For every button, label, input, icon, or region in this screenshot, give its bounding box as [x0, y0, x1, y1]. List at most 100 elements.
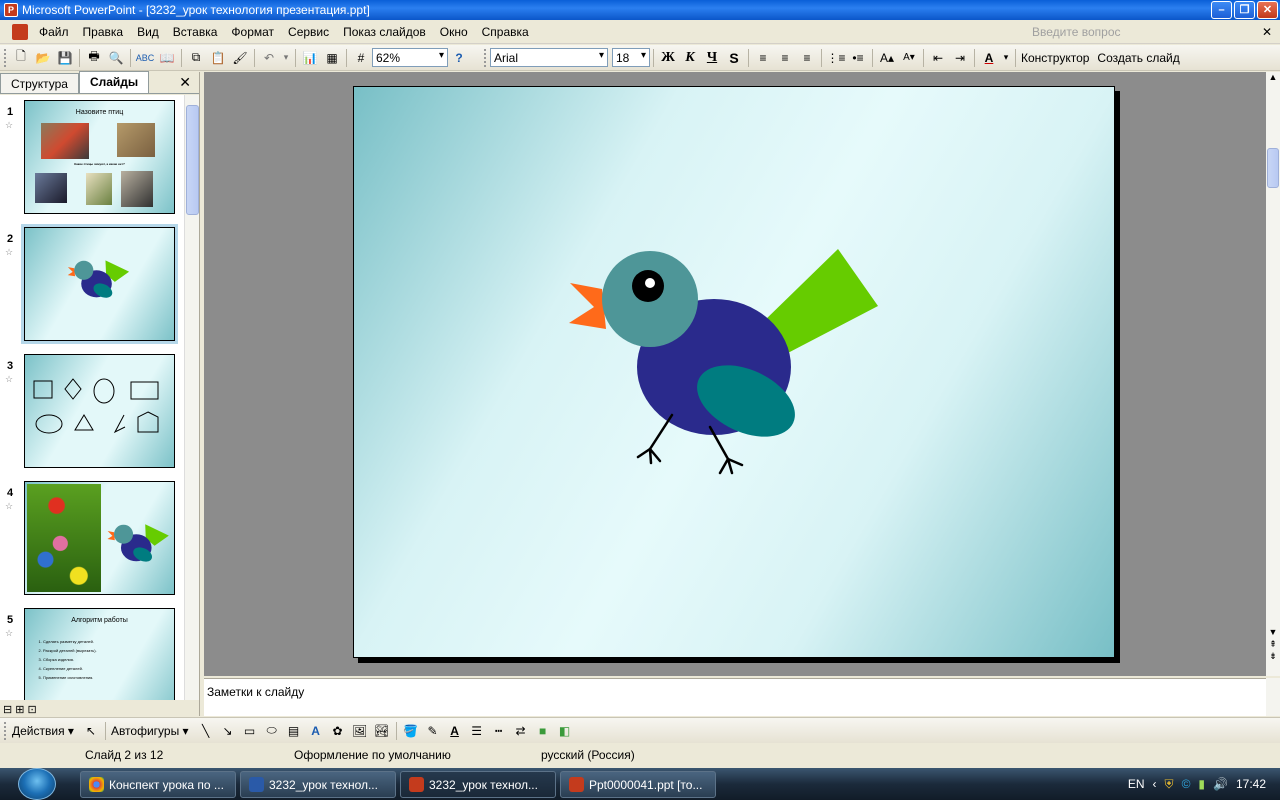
underline-button[interactable]: Ч: [702, 48, 722, 68]
bird-beak[interactable]: [569, 283, 606, 329]
slide-thumb-2[interactable]: [21, 224, 178, 344]
current-slide[interactable]: [353, 86, 1115, 658]
menu-edit[interactable]: Правка: [76, 25, 131, 39]
font-select[interactable]: Arial: [490, 48, 608, 67]
italic-button[interactable]: К: [680, 48, 700, 68]
taskbar-item-chrome[interactable]: Конспект урока по ...: [80, 771, 236, 798]
notes-scrollbar[interactable]: [1266, 678, 1280, 716]
clock[interactable]: 17:42: [1236, 777, 1266, 791]
3d-style-icon[interactable]: ◧: [555, 721, 575, 741]
help-icon[interactable]: ?: [449, 48, 469, 68]
slide-thumb-1[interactable]: Назовите птиц Какие птицы зимуют, а каки…: [24, 100, 175, 214]
spelling-icon[interactable]: ABC: [135, 48, 155, 68]
line-color-icon[interactable]: ✎: [423, 721, 443, 741]
new-icon[interactable]: 🗋: [11, 48, 31, 68]
shadow-style-icon[interactable]: ■: [533, 721, 553, 741]
skype-icon[interactable]: ©: [1182, 777, 1191, 791]
scroll-up-icon[interactable]: ▲: [1266, 72, 1280, 82]
slide-sorter-view-icon[interactable]: ⊞: [15, 703, 24, 716]
oval-icon[interactable]: ⬭: [262, 721, 282, 741]
restore-button[interactable]: ❐: [1234, 1, 1255, 19]
scroll-slide-arrows[interactable]: ▼ ⇞ ⇟: [1266, 626, 1280, 662]
slide-notes[interactable]: Заметки к слайду: [204, 678, 1266, 716]
taskbar-item-word[interactable]: 3232_урок технол...: [240, 771, 396, 798]
pane-close-icon[interactable]: ✕: [179, 74, 191, 91]
copy-icon[interactable]: ⧉: [186, 48, 206, 68]
toolbar-grip[interactable]: [4, 48, 7, 67]
arrow-icon[interactable]: ↘: [218, 721, 238, 741]
slide-thumb-3[interactable]: [24, 354, 175, 468]
picture-icon[interactable]: 🏞: [372, 721, 392, 741]
save-icon[interactable]: 💾: [55, 48, 75, 68]
fill-color-icon[interactable]: 🪣: [401, 721, 421, 741]
document-close-icon[interactable]: ✕: [1262, 25, 1272, 39]
thumbnails-scrollbar[interactable]: [184, 95, 199, 700]
menu-window[interactable]: Окно: [433, 25, 475, 39]
designer-button[interactable]: Конструктор: [1021, 51, 1089, 65]
font-size-select[interactable]: 18: [612, 48, 650, 67]
new-slide-button[interactable]: Создать слайд: [1097, 51, 1179, 65]
align-center-icon[interactable]: ≡: [775, 48, 795, 68]
taskbar-item-powerpoint-active[interactable]: 3232_урок технол...: [400, 771, 556, 798]
increase-indent-icon[interactable]: ⇥: [950, 48, 970, 68]
bird-left-leg[interactable]: [636, 413, 674, 465]
close-button[interactable]: ✕: [1257, 1, 1278, 19]
align-right-icon[interactable]: ≡: [797, 48, 817, 68]
undo-dropdown-icon[interactable]: ▾: [281, 48, 291, 68]
print-preview-icon[interactable]: 🔍: [106, 48, 126, 68]
dash-style-icon[interactable]: ┅: [489, 721, 509, 741]
line-style-icon[interactable]: ☰: [467, 721, 487, 741]
research-icon[interactable]: 📖: [157, 48, 177, 68]
arrow-style-icon[interactable]: ⇄: [511, 721, 531, 741]
menu-help[interactable]: Справка: [475, 25, 536, 39]
menu-format[interactable]: Формат: [224, 25, 281, 39]
menu-view[interactable]: Вид: [130, 25, 166, 39]
grid-icon[interactable]: #: [351, 48, 371, 68]
menu-file[interactable]: Файл: [32, 25, 76, 39]
insert-table-icon[interactable]: ▦: [322, 48, 342, 68]
volume-icon[interactable]: 🔊: [1213, 777, 1228, 791]
taskbar-item-powerpoint[interactable]: Ppt0000041.ppt [то...: [560, 771, 716, 798]
actions-menu[interactable]: Действия ▾: [12, 724, 74, 738]
start-button[interactable]: [18, 768, 56, 800]
wordart-icon[interactable]: A: [306, 721, 326, 741]
help-question-input[interactable]: Введите вопрос: [1028, 23, 1188, 41]
toolbar-grip[interactable]: [4, 721, 7, 740]
zoom-select[interactable]: 62%: [372, 48, 448, 67]
tray-expand-icon[interactable]: ‹: [1153, 777, 1157, 791]
clipart-icon[interactable]: 🖼: [350, 721, 370, 741]
menu-insert[interactable]: Вставка: [166, 25, 225, 39]
scrollbar-thumb[interactable]: [1267, 148, 1279, 188]
slideshow-view-icon[interactable]: ⊡: [27, 703, 36, 716]
menu-tools[interactable]: Сервис: [281, 25, 336, 39]
toolbar-grip[interactable]: [484, 48, 487, 67]
align-left-icon[interactable]: ≡: [753, 48, 773, 68]
line-icon[interactable]: ╲: [196, 721, 216, 741]
decrease-font-icon[interactable]: A▾: [899, 48, 919, 68]
numbering-icon[interactable]: ⋮≡: [826, 48, 846, 68]
menu-slideshow[interactable]: Показ слайдов: [336, 25, 433, 39]
textbox-icon[interactable]: ▤: [284, 721, 304, 741]
language-indicator[interactable]: EN: [1128, 777, 1145, 791]
autoshapes-menu[interactable]: Автофигуры ▾: [111, 724, 189, 738]
open-icon[interactable]: 📂: [33, 48, 53, 68]
network-signal-icon[interactable]: ▮: [1198, 777, 1205, 791]
security-shield-icon[interactable]: ⛨: [1165, 777, 1174, 792]
print-icon[interactable]: 🖶: [84, 48, 104, 68]
tab-outline[interactable]: Структура: [0, 73, 79, 93]
rectangle-icon[interactable]: ▭: [240, 721, 260, 741]
normal-view-icon[interactable]: ⊟: [3, 703, 12, 716]
undo-icon[interactable]: ↶: [259, 48, 279, 68]
slide-thumb-4[interactable]: [24, 481, 175, 595]
font-color-icon[interactable]: A: [979, 48, 999, 68]
scrollbar-thumb[interactable]: [186, 105, 199, 215]
shadow-button[interactable]: S: [724, 48, 744, 68]
bold-button[interactable]: Ж: [658, 48, 678, 68]
slide-scrollbar[interactable]: ▲ ▼ ⇞ ⇟: [1266, 72, 1280, 676]
document-icon[interactable]: [12, 23, 28, 40]
diagram-icon[interactable]: ✿: [328, 721, 348, 741]
font-color-dropdown-icon[interactable]: ▾: [1001, 48, 1011, 68]
minimize-button[interactable]: –: [1211, 1, 1232, 19]
format-painter-icon[interactable]: 🖌: [230, 48, 250, 68]
increase-font-icon[interactable]: A▴: [877, 48, 897, 68]
